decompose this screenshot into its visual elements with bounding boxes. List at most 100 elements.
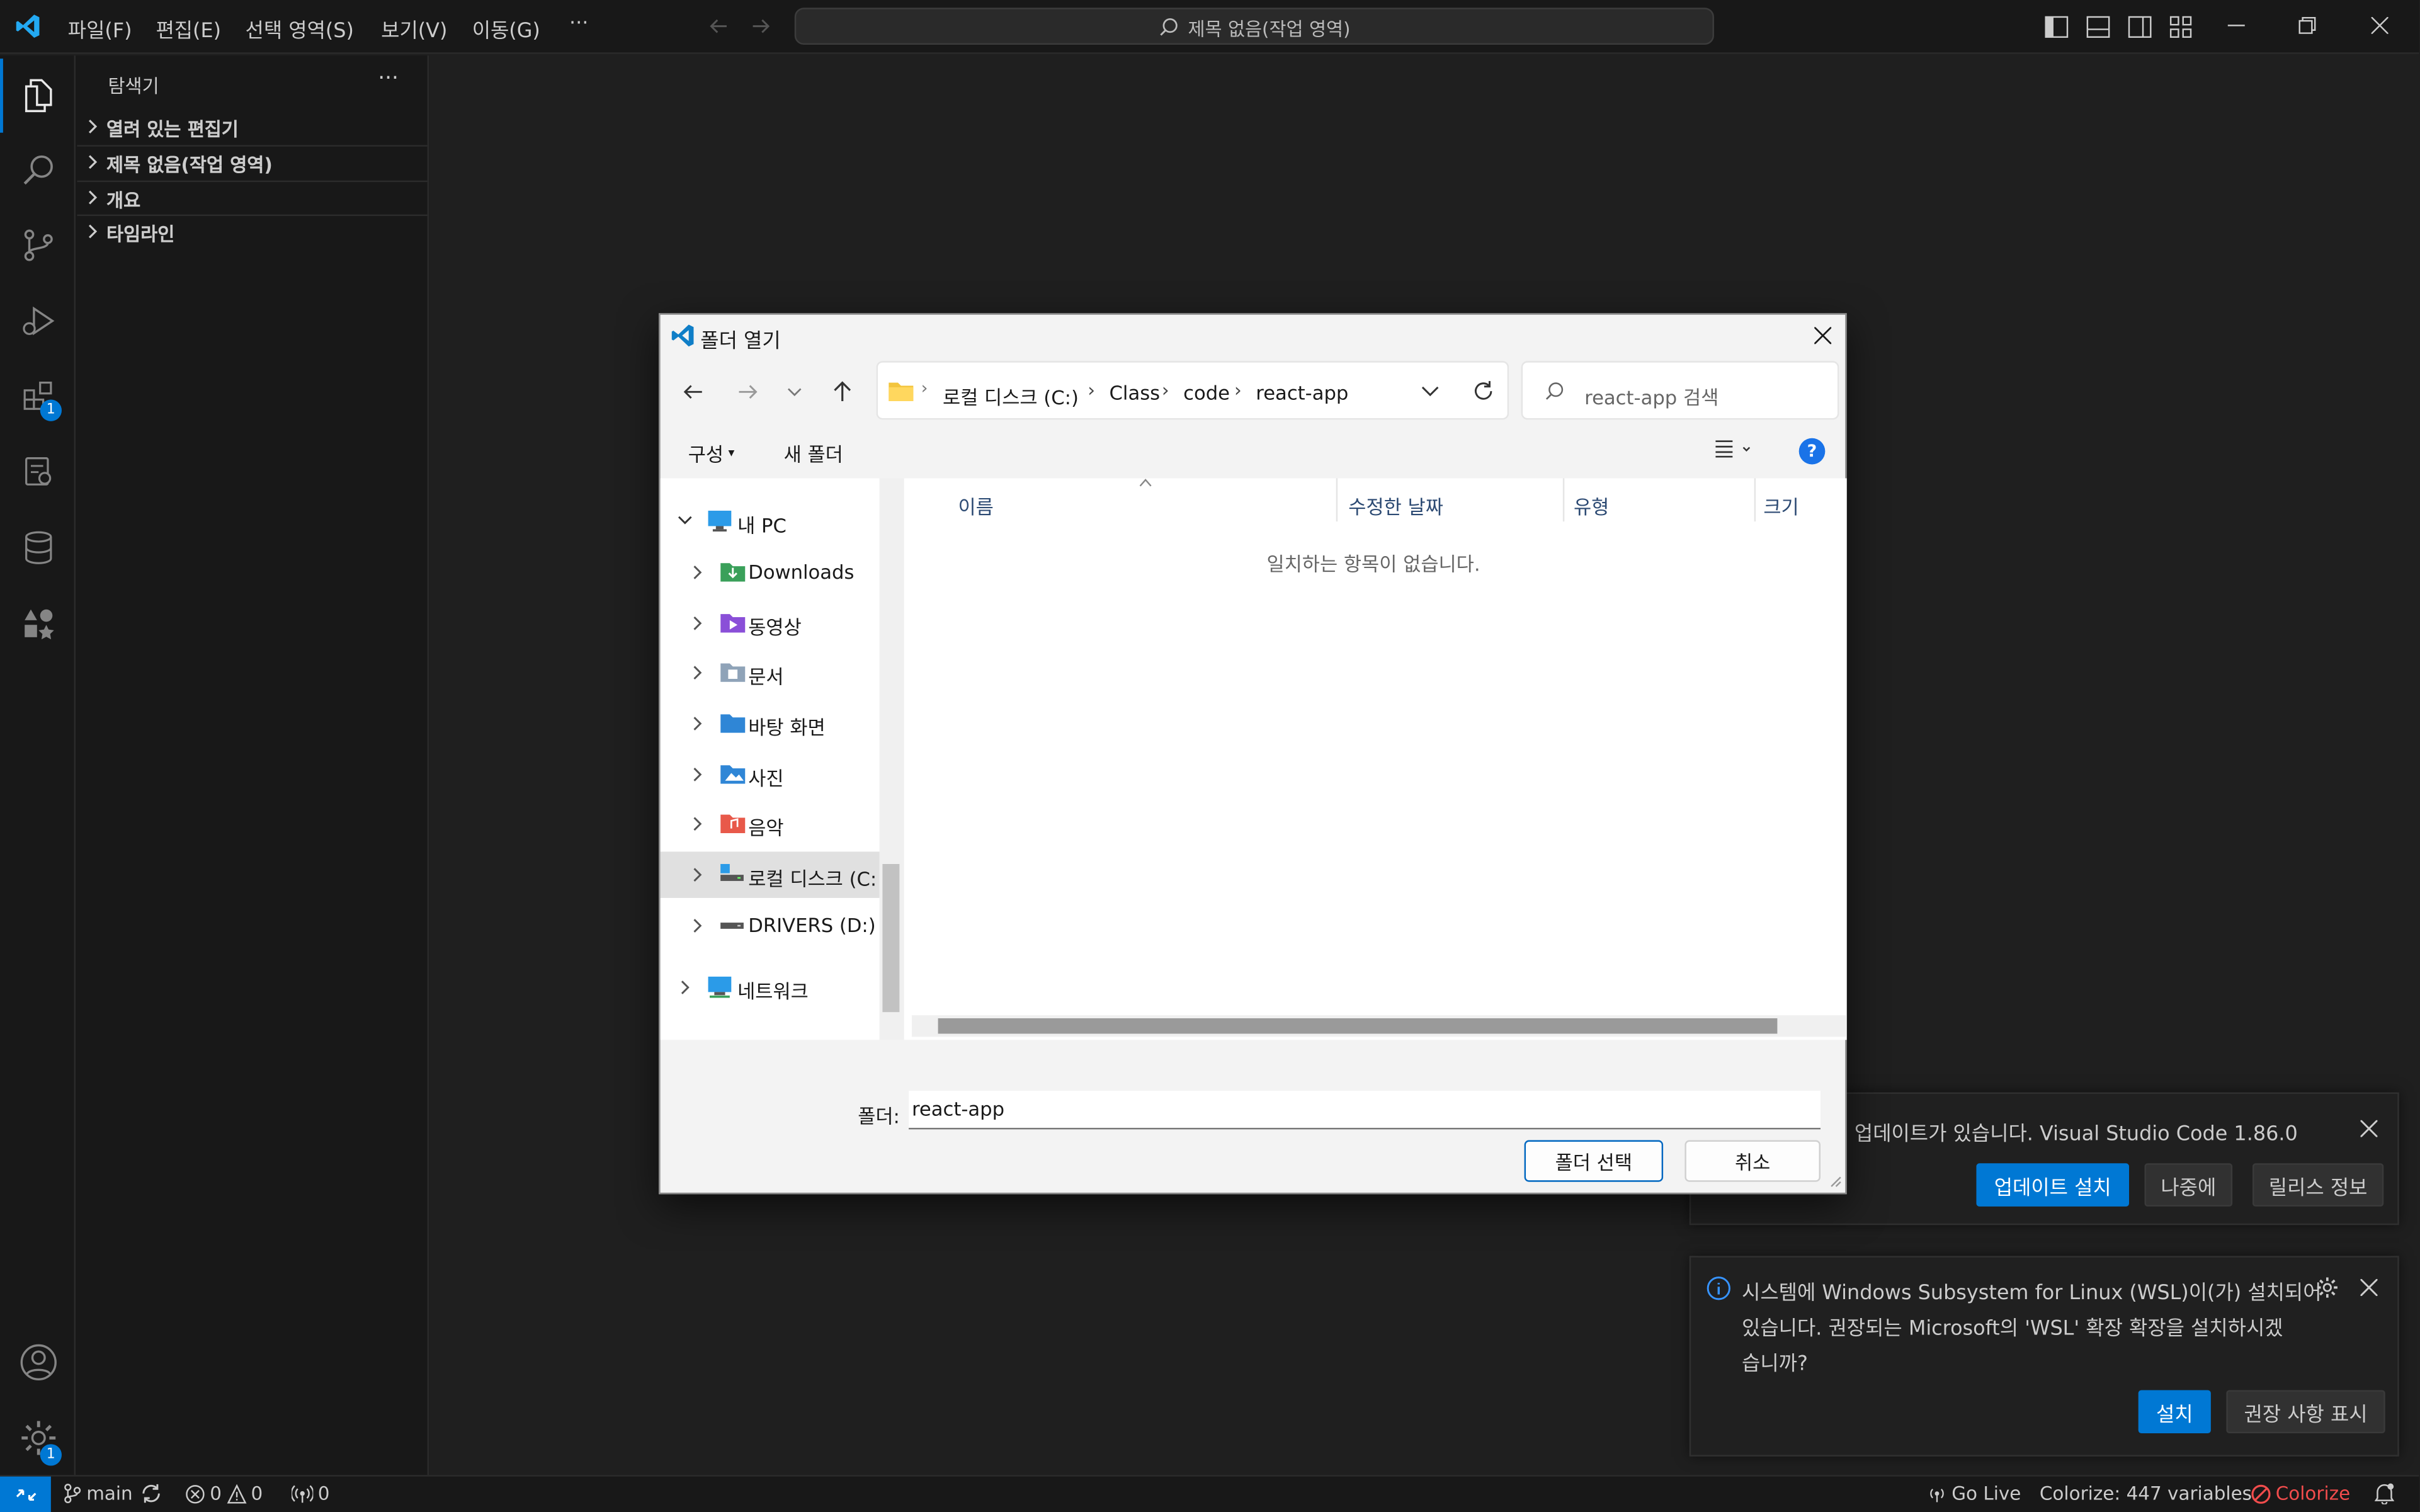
toggle-panel-icon[interactable] <box>2086 16 2110 39</box>
colorize-toggle[interactable]: Colorize <box>2251 1482 2350 1504</box>
colorize-variables[interactable]: Colorize: 447 variables <box>2040 1482 2252 1504</box>
toggle-secondary-sidebar-icon[interactable] <box>2128 16 2152 39</box>
database-icon[interactable] <box>0 511 76 585</box>
forward-arrow-icon[interactable] <box>750 16 771 37</box>
nav-item-videos[interactable]: 동영상 <box>661 600 880 647</box>
help-icon[interactable]: ? <box>1798 438 1826 465</box>
section-open-editors[interactable]: 열려 있는 편집기 <box>77 111 428 145</box>
column-header-name[interactable]: 이름 <box>958 491 993 520</box>
search-view-icon[interactable] <box>0 133 76 207</box>
horizontal-scrollbar-thumb[interactable] <box>938 1018 1778 1034</box>
cancel-button[interactable]: 취소 <box>1684 1140 1821 1182</box>
new-folder-button[interactable]: 새 폴더 <box>784 438 843 468</box>
nav-scrollbar[interactable] <box>879 478 904 1040</box>
column-header-size[interactable]: 크기 <box>1763 491 1798 520</box>
explorer-sidebar: 탐색기 ··· 열려 있는 편집기 제목 없음(작업 영역) 개요 타임라인 <box>76 55 429 1475</box>
ports-indicator[interactable]: 0 <box>292 1482 329 1504</box>
command-center[interactable]: 제목 없음(작업 영역) <box>794 8 1714 45</box>
explorer-icon[interactable] <box>0 59 76 133</box>
section-label: 제목 없음(작업 영역) <box>106 154 273 176</box>
source-control-icon[interactable] <box>0 208 76 283</box>
section-workspace[interactable]: 제목 없음(작업 영역) <box>77 145 428 179</box>
back-arrow-icon[interactable] <box>708 16 730 37</box>
nav-item-pictures[interactable]: 사진 <box>661 751 880 798</box>
close-notification-icon[interactable] <box>2360 1120 2378 1137</box>
nav-scrollbar-thumb[interactable] <box>882 864 900 1013</box>
close-window-icon[interactable] <box>2371 16 2389 34</box>
branch-indicator[interactable]: main <box>63 1482 133 1504</box>
nav-item-documents[interactable]: 문서 <box>661 649 880 696</box>
column-header-date[interactable]: 수정한 날짜 <box>1348 491 1443 520</box>
menu-more[interactable]: ··· <box>569 13 588 36</box>
gear-icon[interactable] <box>2315 1276 2339 1299</box>
resize-grip-icon[interactable] <box>1828 1174 1842 1188</box>
dialog-search-box[interactable]: react-app 검색 <box>1521 361 1839 420</box>
install-update-button[interactable]: 업데이트 설치 <box>1976 1163 2129 1207</box>
close-notification-icon[interactable] <box>2360 1279 2378 1296</box>
nav-item-drive-c[interactable]: 로컬 디스크 (C: <box>660 851 880 898</box>
extensions-badge: 1 <box>40 399 62 421</box>
column-header-type[interactable]: 유형 <box>1574 491 1609 520</box>
pictures-folder-icon <box>720 762 746 784</box>
nav-item-network[interactable]: 네트워크 <box>661 964 880 1011</box>
up-arrow-icon[interactable] <box>832 380 853 403</box>
wsl-notification: 시스템에 Windows Subsystem for Linux (WSL)이(… <box>1689 1256 2399 1457</box>
nav-item-downloads[interactable]: Downloads <box>661 549 880 596</box>
error-icon <box>186 1484 205 1503</box>
remote-indicator[interactable] <box>0 1476 51 1512</box>
restore-icon[interactable] <box>2298 16 2316 34</box>
column-separator[interactable] <box>1562 478 1565 522</box>
manage-gear-icon[interactable]: 1 <box>0 1401 76 1475</box>
show-recommendations-button[interactable]: 권장 사항 표시 <box>2226 1390 2385 1434</box>
shapes-icon[interactable] <box>0 586 76 661</box>
extensions-icon[interactable]: 1 <box>0 360 76 434</box>
column-separator[interactable] <box>1336 478 1338 522</box>
section-timeline[interactable]: 타임라인 <box>77 214 428 249</box>
more-actions-icon[interactable]: ··· <box>378 66 399 91</box>
remote-explorer-icon[interactable] <box>0 435 76 509</box>
view-options-icon[interactable] <box>1714 440 1751 458</box>
toggle-primary-sidebar-icon[interactable] <box>2044 16 2069 39</box>
customize-layout-icon[interactable] <box>2169 16 2193 39</box>
nav-item-music[interactable]: 음악 <box>661 801 880 848</box>
column-separator[interactable] <box>1754 478 1756 522</box>
nav-item-pc[interactable]: 내 PC <box>661 498 880 545</box>
later-button[interactable]: 나중에 <box>2144 1163 2233 1207</box>
recent-locations-chevron-icon[interactable] <box>787 386 803 399</box>
empty-message: 일치하는 항목이 없습니다. <box>1266 552 1480 576</box>
nav-label: 내 PC <box>737 513 787 537</box>
breadcrumb-code[interactable]: code <box>1183 381 1230 404</box>
section-outline[interactable]: 개요 <box>77 180 428 215</box>
back-arrow-icon[interactable] <box>682 381 703 402</box>
horizontal-scrollbar[interactable] <box>911 1015 1847 1037</box>
menu-edit[interactable]: 편집(E) <box>156 14 221 43</box>
breadcrumb-react-app[interactable]: react-app <box>1256 381 1348 404</box>
nav-item-drive-d[interactable]: DRIVERS (D:) <box>661 902 880 949</box>
drive-c-icon <box>719 863 746 884</box>
organize-menu[interactable]: 구성 ▾ <box>688 438 735 468</box>
sync-icon[interactable] <box>140 1482 162 1504</box>
address-bar[interactable]: › 로컬 디스크 (C:) › Class › code › react-app <box>876 361 1509 420</box>
dropdown-caret-icon: ▾ <box>728 446 735 460</box>
run-debug-icon[interactable] <box>0 284 76 358</box>
menu-go[interactable]: 이동(G) <box>472 14 540 43</box>
menu-selection[interactable]: 선택 영역(S) <box>246 14 354 43</box>
notifications-bell-icon[interactable] <box>2374 1482 2395 1504</box>
go-live-button[interactable]: Go Live <box>1927 1482 2021 1504</box>
select-folder-button[interactable]: 폴더 선택 <box>1524 1140 1664 1182</box>
install-wsl-button[interactable]: 설치 <box>2138 1390 2211 1434</box>
breadcrumb-drive[interactable]: 로컬 디스크 (C:) <box>943 381 1079 411</box>
release-notes-button[interactable]: 릴리스 정보 <box>2252 1163 2384 1207</box>
menu-file[interactable]: 파일(F) <box>68 14 132 43</box>
nav-item-desktop[interactable]: 바탕 화면 <box>661 700 880 747</box>
refresh-icon[interactable] <box>1472 380 1495 403</box>
problems-indicator[interactable]: 0 0 <box>185 1482 263 1504</box>
address-dropdown-icon[interactable] <box>1421 386 1439 399</box>
breadcrumb-class[interactable]: Class <box>1110 381 1161 404</box>
minimize-icon[interactable] <box>2227 25 2245 26</box>
menu-view[interactable]: 보기(V) <box>381 14 447 43</box>
folder-name-input[interactable]: react-app <box>909 1091 1821 1130</box>
accounts-icon[interactable] <box>0 1326 76 1400</box>
close-dialog-icon[interactable] <box>1814 327 1832 344</box>
forward-arrow-icon[interactable] <box>737 381 759 402</box>
